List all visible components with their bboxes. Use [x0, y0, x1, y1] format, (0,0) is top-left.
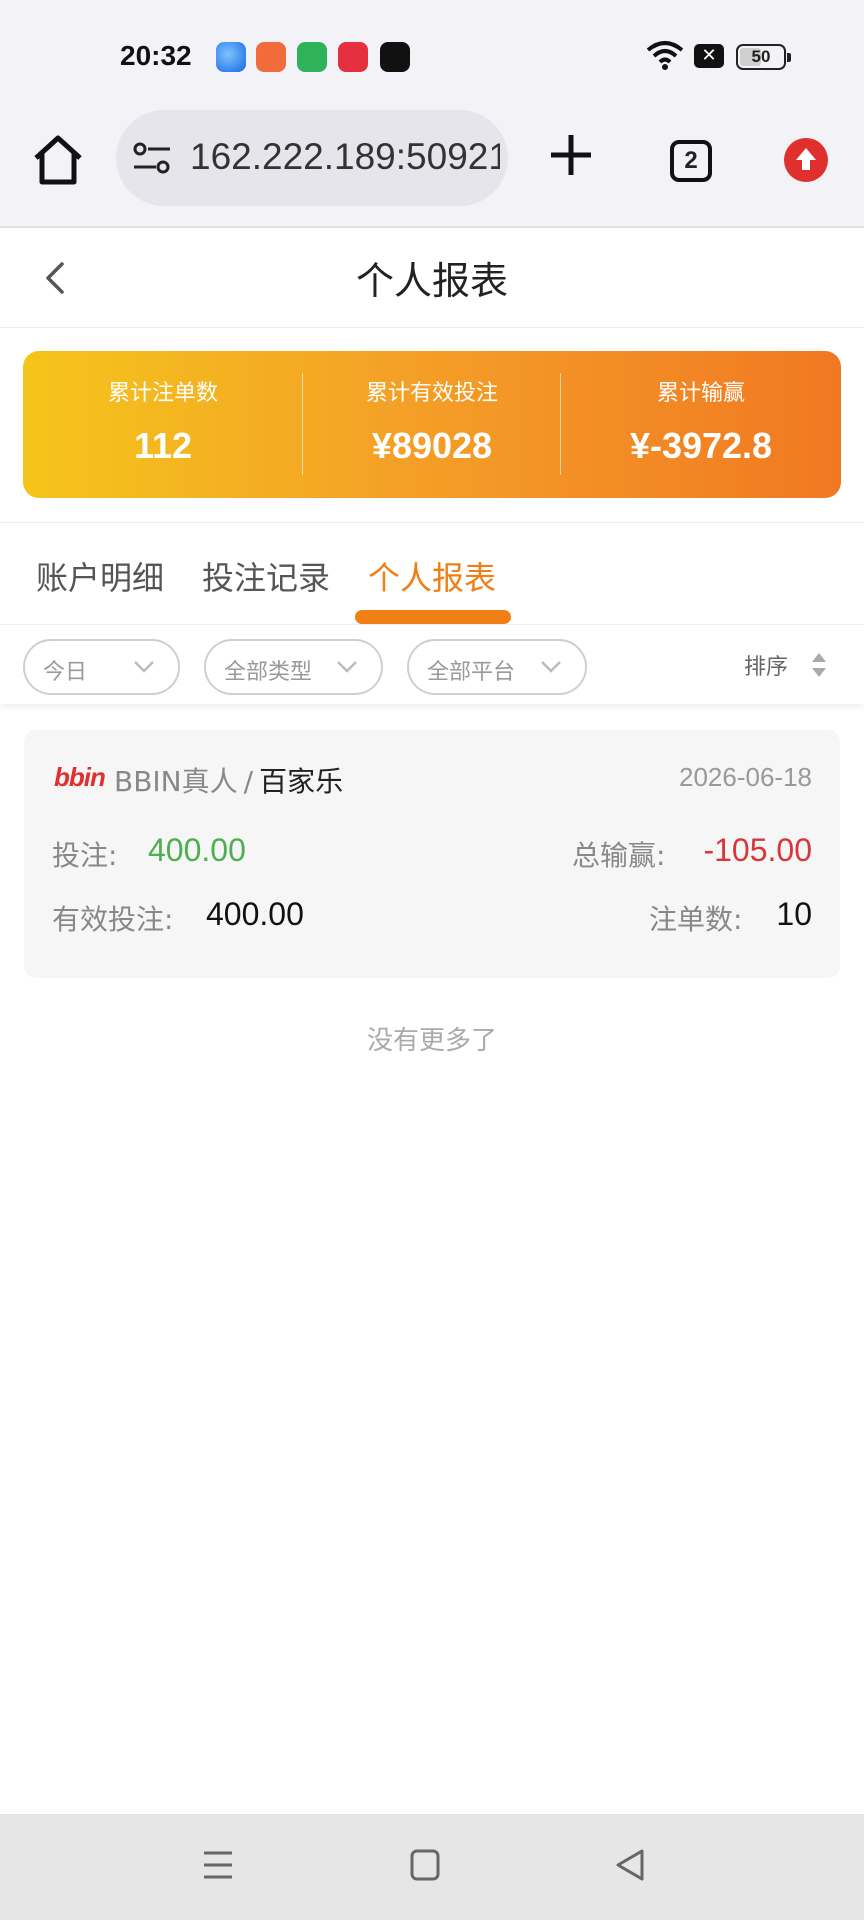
- separator: /: [243, 765, 254, 798]
- arrow-up-icon: [796, 148, 816, 170]
- music-app-icon: [338, 42, 368, 72]
- security-app-icon: [297, 42, 327, 72]
- tab-bet-records[interactable]: 投注记录: [202, 553, 330, 599]
- stat-label: 累计输赢: [656, 381, 745, 406]
- bet-label: 投注:: [52, 839, 118, 872]
- stat-value: 112: [133, 425, 193, 466]
- date-filter-label: 今日: [43, 660, 88, 685]
- report-record-card[interactable]: bbin BBIN真人 / 百家乐 2026-06-18 投注: 400.00 总输…: [24, 730, 840, 978]
- sort-button[interactable]: 排序: [744, 649, 828, 681]
- home-square-icon[interactable]: [410, 1848, 440, 1882]
- chevron-down-icon: [134, 661, 154, 673]
- bet-value: 400.00: [148, 832, 246, 868]
- valid-bet-label: 有效投注:: [52, 903, 174, 936]
- photo-app-icon: [256, 42, 286, 72]
- platform-filter-label: 全部平台: [427, 660, 516, 685]
- home-icon[interactable]: [30, 132, 86, 188]
- page-header: 个人报表: [0, 228, 864, 328]
- platform-label: BBIN真人: [114, 765, 238, 798]
- sort-label: 排序: [744, 655, 789, 680]
- stat-valid-bets: 累计有效投注 ¥89028: [303, 351, 561, 498]
- address-bar[interactable]: 162.222.189:50921: [116, 110, 508, 206]
- filter-bar: 今日 全部类型 全部平台 排序: [0, 624, 864, 704]
- type-filter-label: 全部类型: [224, 660, 313, 685]
- stat-label: 累计有效投注: [365, 381, 498, 406]
- tab-bar: 账户明细 投注记录 个人报表: [0, 522, 864, 624]
- stat-value: ¥-3972.8: [629, 425, 773, 466]
- menu-icon[interactable]: [202, 1848, 234, 1882]
- system-nav-bar: [0, 1814, 864, 1920]
- back-triangle-icon[interactable]: [614, 1848, 646, 1882]
- order-count-value: 10: [776, 896, 812, 932]
- bbin-logo: bbin: [54, 762, 106, 792]
- battery-level: 50: [751, 47, 771, 66]
- tiktok-app-icon: [380, 42, 410, 72]
- site-settings-icon[interactable]: [132, 140, 172, 176]
- update-button[interactable]: [784, 138, 828, 182]
- win-loss-value: -105.00: [703, 832, 812, 868]
- wifi-icon: [646, 41, 684, 70]
- stat-value: ¥89028: [371, 425, 493, 466]
- browser-toolbar: 162.222.189:50921 2: [0, 110, 864, 228]
- platform-name: BBIN真人 / 百家乐: [114, 760, 343, 800]
- active-tab-indicator: [355, 610, 511, 624]
- status-time: 20:32: [120, 40, 192, 71]
- order-count-label: 注单数:: [649, 903, 743, 936]
- win-loss-label: 总输赢:: [572, 839, 666, 872]
- tab-switcher-button[interactable]: 2: [670, 140, 712, 182]
- stat-total-orders: 累计注单数 112: [23, 351, 303, 498]
- battery-indicator: 50: [736, 44, 791, 70]
- summary-card: 累计注单数 112 累计有效投注 ¥89028 累计输赢 ¥-3972.8: [23, 351, 841, 498]
- chevron-down-icon: [541, 661, 561, 673]
- game-name: 百家乐: [259, 765, 344, 798]
- no-signal-icon: ✕: [694, 44, 724, 68]
- stat-label: 累计注单数: [107, 381, 218, 406]
- new-tab-icon[interactable]: [548, 132, 594, 178]
- record-date: 2026-06-18: [679, 762, 812, 792]
- url-text[interactable]: 162.222.189:50921: [190, 136, 500, 178]
- chevron-down-icon: [337, 661, 357, 673]
- tab-personal-report[interactable]: 个人报表: [368, 553, 496, 599]
- status-bar: 20:32 ✕ 50: [0, 0, 864, 110]
- type-filter-dropdown[interactable]: 全部类型: [204, 639, 383, 695]
- stat-win-loss: 累计输赢 ¥-3972.8: [561, 351, 841, 498]
- browser-app-icon: [216, 42, 246, 72]
- valid-bet-value: 400.00: [206, 896, 304, 932]
- platform-filter-dropdown[interactable]: 全部平台: [407, 639, 587, 695]
- page-title: 个人报表: [355, 259, 508, 303]
- no-more-text: 没有更多了: [366, 1026, 497, 1056]
- sort-icon: [812, 653, 826, 677]
- tab-account-details[interactable]: 账户明细: [36, 553, 164, 599]
- date-filter-dropdown[interactable]: 今日: [23, 639, 180, 695]
